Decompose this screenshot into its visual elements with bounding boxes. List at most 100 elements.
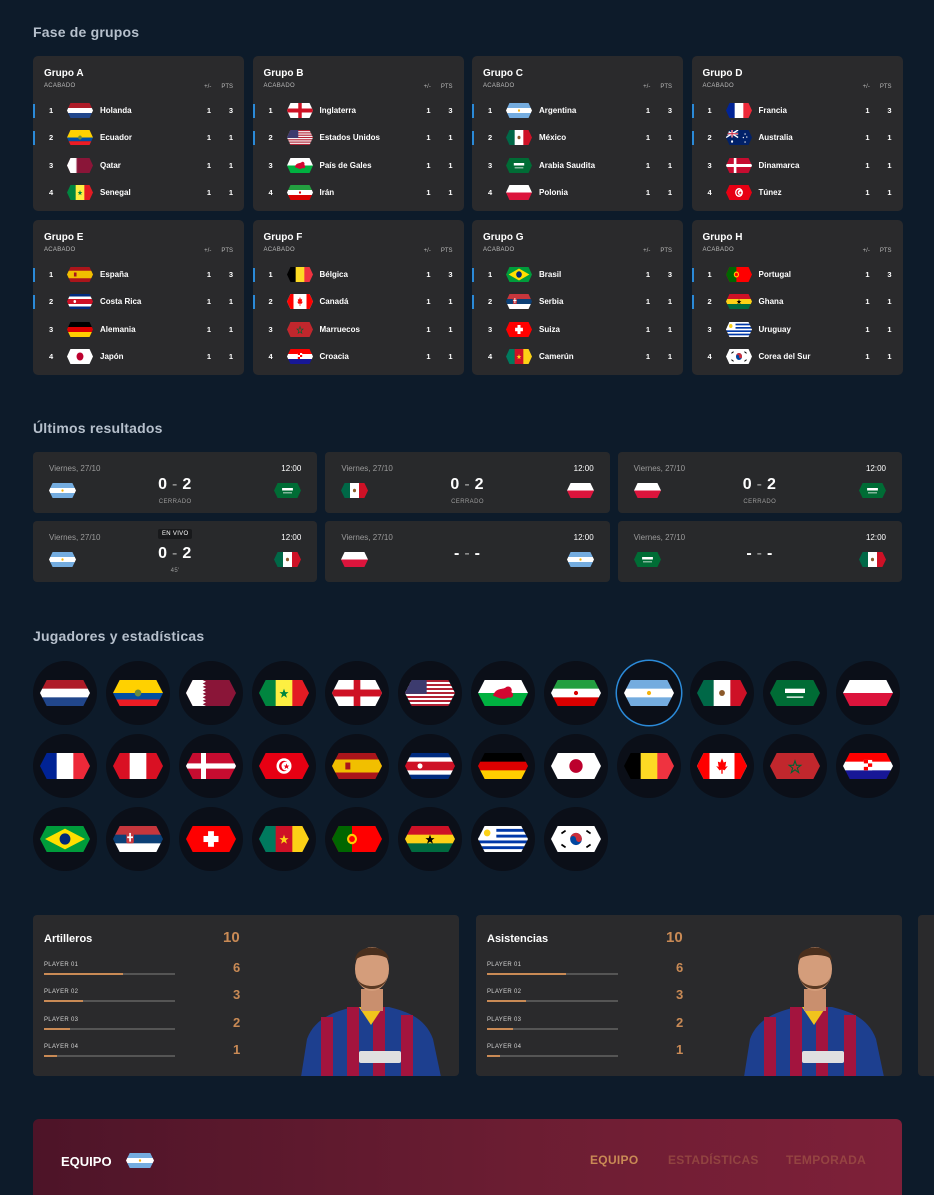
team-select-canada[interactable] [690, 734, 754, 798]
tab-temporada[interactable]: TEMPORADA [786, 1153, 866, 1167]
team-select-morocco[interactable] [763, 734, 827, 798]
player-stat-row[interactable]: PLAYER 01 6 [487, 960, 687, 975]
player-name: PLAYER 03 [487, 1016, 522, 1023]
team-select-ecuador[interactable] [106, 661, 170, 725]
group-standing-row[interactable]: 4 Senegal 1 1 [44, 179, 233, 206]
group-standing-row[interactable]: 2 Ecuador 1 1 [33, 124, 233, 151]
group-standing-row[interactable]: 3 País de Gales 1 1 [264, 152, 453, 179]
match-result-card[interactable]: Viernes, 27/10 12:00 0-2 CERRADO [33, 452, 318, 513]
group-standing-row[interactable]: 4 Croacia 1 1 [264, 343, 453, 370]
match-time: 12:00 [281, 464, 302, 473]
group-card[interactable]: Grupo A ACABADO +/- PTS 1 Holanda 1 3 2 … [33, 56, 244, 211]
group-standing-row[interactable]: 4 Túnez 1 1 [703, 179, 892, 206]
team-select-tunisia[interactable] [252, 734, 316, 798]
match-result-card[interactable]: Viernes, 27/10 12:00 EN VIVO 0-2 45' [33, 521, 318, 582]
group-standing-row[interactable]: 2 Australia 1 1 [691, 124, 892, 151]
player-stat-row[interactable]: PLAYER 01 6 [44, 960, 244, 975]
team-select-mexico[interactable] [690, 661, 754, 725]
team-select-netherlands[interactable] [33, 661, 97, 725]
team-select-poland[interactable] [836, 661, 900, 725]
player-stat-row[interactable]: PLAYER 04 1 [44, 1042, 244, 1057]
group-standing-row[interactable]: 3 Marruecos 1 1 [264, 316, 453, 343]
group-standing-row[interactable]: 4 Corea del Sur 1 1 [703, 343, 892, 370]
group-card[interactable]: Grupo C ACABADO +/- PTS 1 Argentina 1 3 … [472, 56, 683, 211]
group-standing-row[interactable]: 2 México 1 1 [472, 124, 672, 151]
team-select-france[interactable] [33, 734, 97, 798]
group-standing-row[interactable]: 2 Canadá 1 1 [252, 288, 453, 315]
group-standing-row[interactable]: 3 Dinamarca 1 1 [703, 152, 892, 179]
team-select-wales[interactable] [471, 661, 535, 725]
player-stat-row[interactable]: PLAYER 02 3 [44, 987, 244, 1003]
group-name: Grupo E [44, 232, 84, 243]
group-standing-row[interactable]: 1 Portugal 1 3 [691, 261, 892, 288]
group-standing-row[interactable]: 3 Uruguay 1 1 [703, 316, 892, 343]
group-standing-row[interactable]: 3 Arabia Saudita 1 1 [483, 152, 672, 179]
group-standing-row[interactable]: 2 Costa Rica 1 1 [33, 288, 233, 315]
group-card[interactable]: Grupo F ACABADO +/- PTS 1 Bélgica 1 3 2 … [252, 220, 464, 375]
match-result-card[interactable]: Viernes, 27/10 12:00 0-2 CERRADO [617, 452, 902, 513]
team-select-usa[interactable] [398, 661, 462, 725]
team-select-ghana[interactable] [398, 807, 462, 871]
stat-card[interactable]: Artilleros 10 PLAYER 01 6 PLAYER 02 3 PL… [33, 915, 459, 1076]
group-standing-row[interactable]: 1 Inglaterra 1 3 [252, 97, 453, 124]
team-select-serbia[interactable] [106, 807, 170, 871]
match-result-card[interactable]: Viernes, 27/10 12:00 --- [325, 521, 610, 582]
group-standing-row[interactable]: 1 Holanda 1 3 [33, 97, 233, 124]
goal-difference: 1 [206, 133, 212, 143]
group-card[interactable]: Grupo E ACABADO +/- PTS 1 España 1 3 2 C… [33, 220, 244, 375]
team-select-uruguay[interactable] [471, 807, 535, 871]
team-select-korea[interactable] [544, 807, 608, 871]
player-stat-row[interactable]: PLAYER 03 2 [44, 1015, 244, 1030]
group-card[interactable]: Grupo B ACABADO +/- PTS 1 Inglaterra 1 3… [252, 56, 464, 211]
team-select-spain[interactable] [325, 734, 389, 798]
group-standing-row[interactable]: 1 Bélgica 1 3 [252, 261, 453, 288]
group-standing-row[interactable]: 4 Japón 1 1 [44, 343, 233, 370]
team-points: 1 [228, 297, 233, 307]
group-standing-row[interactable]: 1 España 1 3 [33, 261, 233, 288]
tab-estadisticas[interactable]: ESTADÍSTICAS [668, 1153, 759, 1167]
group-standing-row[interactable]: 2 Serbia 1 1 [472, 288, 672, 315]
team-select-argentina[interactable] [617, 661, 681, 725]
group-card[interactable]: Grupo G ACABADO +/- PTS 1 Brasil 1 3 2 S… [472, 220, 683, 375]
team-select-croatia[interactable] [836, 734, 900, 798]
team-select-switzerland[interactable] [179, 807, 243, 871]
group-standing-row[interactable]: 1 Argentina 1 3 [472, 97, 672, 124]
tab-equipo[interactable]: EQUIPO [590, 1153, 638, 1167]
team-select-qatar[interactable] [179, 661, 243, 725]
standing-position: 4 [268, 352, 273, 362]
player-stat-row[interactable]: PLAYER 04 1 [487, 1042, 687, 1057]
group-standing-row[interactable]: 1 Brasil 1 3 [472, 261, 672, 288]
team-select-japan[interactable] [544, 734, 608, 798]
player-stat-row[interactable]: PLAYER 03 2 [487, 1015, 687, 1030]
team-select-belgium[interactable] [617, 734, 681, 798]
group-standing-row[interactable]: 1 Francia 1 3 [691, 97, 892, 124]
group-standing-row[interactable]: 4 Camerún 1 1 [483, 343, 672, 370]
team-name: Francia [758, 106, 787, 116]
group-card[interactable]: Grupo H ACABADO +/- PTS 1 Portugal 1 3 2… [691, 220, 903, 375]
team-select-costarica[interactable] [398, 734, 462, 798]
player-stat-row[interactable]: PLAYER 02 3 [487, 987, 687, 1003]
group-standing-row[interactable]: 3 Suiza 1 1 [483, 316, 672, 343]
team-select-portugal[interactable] [325, 807, 389, 871]
group-standing-row[interactable]: 3 Qatar 1 1 [44, 152, 233, 179]
group-standing-row[interactable]: 2 Ghana 1 1 [691, 288, 892, 315]
group-standing-row[interactable]: 4 Polonia 1 1 [483, 179, 672, 206]
team-select-england[interactable] [325, 661, 389, 725]
player-stat-bar [44, 1000, 175, 1003]
group-standing-row[interactable]: 2 Estados Unidos 1 1 [252, 124, 453, 151]
team-select-iran[interactable] [544, 661, 608, 725]
team-select-saudi[interactable] [763, 661, 827, 725]
team-select-brazil[interactable] [33, 807, 97, 871]
stat-card[interactable]: Asistencias 10 PLAYER 01 6 PLAYER 02 3 P… [476, 915, 902, 1076]
match-result-card[interactable]: Viernes, 27/10 12:00 --- [617, 521, 902, 582]
team-select-cameroon[interactable] [252, 807, 316, 871]
team-select-denmark[interactable] [179, 734, 243, 798]
standing-position: 3 [49, 160, 54, 170]
match-result-card[interactable]: Viernes, 27/10 12:00 0-2 CERRADO [325, 452, 610, 513]
team-select-senegal[interactable] [252, 661, 316, 725]
group-card[interactable]: Grupo D ACABADO +/- PTS 1 Francia 1 3 2 … [691, 56, 903, 211]
team-select-germany[interactable] [471, 734, 535, 798]
group-standing-row[interactable]: 4 Irán 1 1 [264, 179, 453, 206]
group-standing-row[interactable]: 3 Alemania 1 1 [44, 316, 233, 343]
team-select-peru[interactable] [106, 734, 170, 798]
